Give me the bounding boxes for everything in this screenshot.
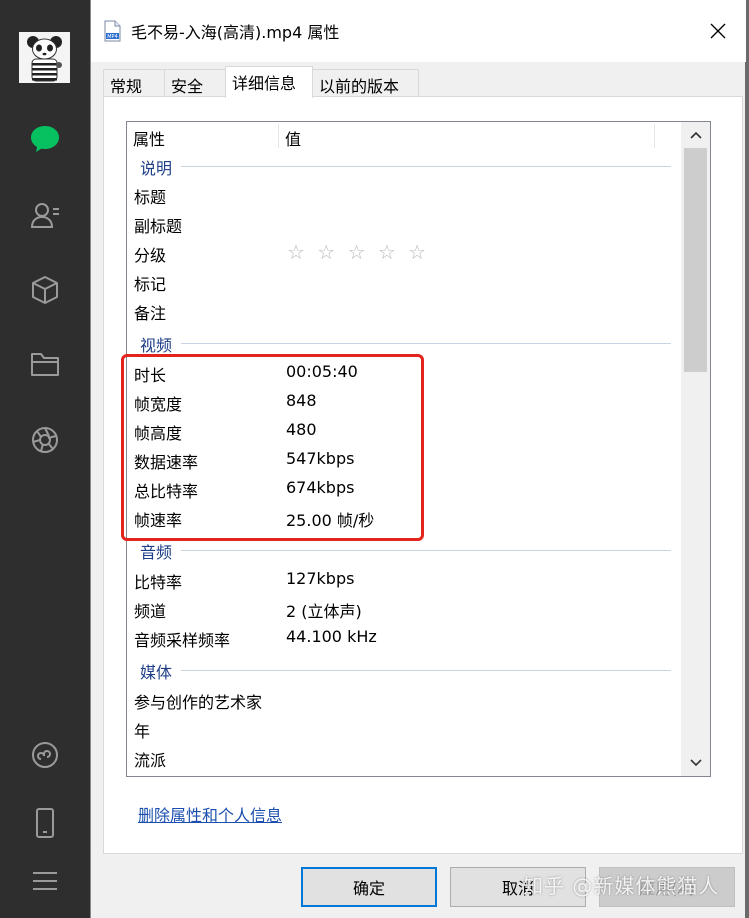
tab-security[interactable]: 安全 — [164, 69, 226, 97]
property-value[interactable]: 848 — [286, 391, 317, 410]
property-name: 时长 — [134, 366, 167, 385]
properties-dialog: MP4 毛不易-入海(高清).mp4 属性 常规 安全 详细信息 以前的版本 属… — [90, 0, 746, 918]
group-label: 音频 — [140, 543, 173, 562]
property-value[interactable]: 44.100 kHz — [286, 627, 377, 646]
property-value[interactable]: 547kbps — [286, 449, 354, 468]
group-divider — [181, 550, 671, 551]
remove-properties-link[interactable]: 删除属性和个人信息 — [138, 802, 282, 826]
table-row[interactable]: 音频采样频率 44.100 kHz — [127, 623, 681, 652]
column-header: 属性 值 — [127, 122, 681, 150]
rating-stars[interactable]: ☆ ☆ ☆ ☆ ☆ — [287, 240, 429, 264]
group-divider — [181, 166, 671, 167]
group-label: 视频 — [140, 336, 173, 355]
property-name: 流派 — [134, 751, 167, 770]
group-audio: 音频 — [127, 535, 681, 564]
contacts-icon[interactable] — [26, 196, 64, 234]
group-label: 说明 — [140, 159, 173, 178]
table-row[interactable]: 比特率 127kbps — [127, 565, 681, 594]
tab-previous-versions[interactable]: 以前的版本 — [312, 69, 419, 97]
mp4-file-icon: MP4 — [104, 20, 121, 42]
property-name: 帧速率 — [134, 511, 183, 530]
chat-icon[interactable] — [26, 120, 64, 158]
menu-icon[interactable] — [26, 862, 64, 900]
title-bar[interactable]: MP4 毛不易-入海(高清).mp4 属性 — [91, 0, 746, 62]
property-list-content: 属性 值 说明 标题 副标题 分级 ☆ ☆ ☆ ☆ ☆ 标记 备注 视频 时长 … — [127, 122, 681, 776]
property-name: 标题 — [134, 188, 167, 207]
table-row[interactable]: 分级 ☆ ☆ ☆ ☆ ☆ — [127, 238, 681, 267]
close-icon — [710, 23, 726, 39]
avatar[interactable] — [19, 32, 70, 83]
table-row[interactable]: 频道 2 (立体声) — [127, 594, 681, 623]
table-row[interactable]: 帧高度 480 — [127, 416, 681, 445]
group-label: 媒体 — [140, 663, 173, 682]
property-name: 比特率 — [134, 573, 183, 592]
ok-button[interactable]: 确定 — [301, 867, 437, 907]
chevron-up-icon — [689, 131, 702, 139]
scroll-up-button[interactable] — [681, 122, 710, 148]
table-row[interactable]: 备注 — [127, 296, 681, 325]
group-media: 媒体 — [127, 655, 681, 684]
group-description: 说明 — [127, 151, 681, 180]
app-sidebar — [0, 0, 90, 918]
property-name: 数据速率 — [134, 453, 199, 472]
table-row[interactable]: 标题 — [127, 180, 681, 209]
property-name: 频道 — [134, 602, 167, 621]
property-name: 帧高度 — [134, 424, 183, 443]
table-row[interactable]: 参与创作的艺术家 — [127, 685, 681, 714]
table-row[interactable]: 帧速率 25.00 帧/秒 — [127, 503, 681, 532]
scrollbar-thumb[interactable] — [684, 148, 707, 372]
column-divider[interactable] — [654, 124, 655, 148]
column-header-property[interactable]: 属性 — [133, 126, 165, 150]
tab-details[interactable]: 详细信息 — [225, 66, 313, 98]
table-row[interactable]: 时长 00:05:40 — [127, 358, 681, 387]
property-value[interactable]: 2 (立体声) — [286, 598, 362, 622]
property-name: 标记 — [134, 275, 167, 294]
property-name: 帧宽度 — [134, 395, 183, 414]
property-value[interactable]: 480 — [286, 420, 317, 439]
scroll-down-button[interactable] — [681, 750, 710, 776]
background-window-edge — [745, 0, 749, 918]
collections-cube-icon[interactable] — [26, 271, 64, 309]
property-value[interactable]: 127kbps — [286, 569, 354, 588]
table-row[interactable]: 标记 — [127, 267, 681, 296]
phone-icon[interactable] — [26, 804, 64, 842]
vertical-scrollbar[interactable] — [681, 122, 710, 776]
window-title: 毛不易-入海(高清).mp4 属性 — [131, 23, 340, 42]
table-row[interactable]: 流派 — [127, 743, 681, 772]
property-name: 分级 — [134, 246, 167, 265]
mini-programs-icon[interactable] — [26, 736, 64, 774]
table-row[interactable]: 数据速率 547kbps — [127, 445, 681, 474]
table-row[interactable]: 副标题 — [127, 209, 681, 238]
group-divider — [181, 343, 671, 344]
property-name: 年 — [134, 722, 151, 741]
property-value[interactable]: 00:05:40 — [286, 362, 358, 381]
group-divider — [181, 670, 671, 671]
column-divider[interactable] — [278, 124, 279, 148]
table-row[interactable]: 总比特率 674kbps — [127, 474, 681, 503]
property-name: 总比特率 — [134, 482, 199, 501]
property-name: 副标题 — [134, 217, 183, 236]
folder-icon[interactable] — [26, 345, 64, 383]
watermark: 知乎 @新媒体熊猫人 — [523, 874, 720, 898]
chevron-down-icon — [689, 759, 702, 767]
table-row[interactable]: 年 — [127, 714, 681, 743]
property-name: 音频采样频率 — [134, 631, 231, 650]
tab-general[interactable]: 常规 — [103, 69, 165, 97]
property-name: 参与创作的艺术家 — [134, 693, 263, 712]
moments-icon[interactable] — [26, 421, 64, 459]
property-list[interactable]: 属性 值 说明 标题 副标题 分级 ☆ ☆ ☆ ☆ ☆ 标记 备注 视频 时长 … — [126, 121, 711, 777]
close-button[interactable] — [705, 18, 731, 44]
file-icon-label: MP4 — [107, 34, 118, 40]
property-value[interactable]: 25.00 帧/秒 — [286, 507, 374, 531]
property-value[interactable]: 674kbps — [286, 478, 354, 497]
property-name: 备注 — [134, 304, 167, 323]
table-row[interactable]: 帧宽度 848 — [127, 387, 681, 416]
group-video: 视频 — [127, 328, 681, 357]
details-panel: 属性 值 说明 标题 副标题 分级 ☆ ☆ ☆ ☆ ☆ 标记 备注 视频 时长 … — [103, 96, 743, 854]
column-header-value[interactable]: 值 — [285, 126, 301, 150]
